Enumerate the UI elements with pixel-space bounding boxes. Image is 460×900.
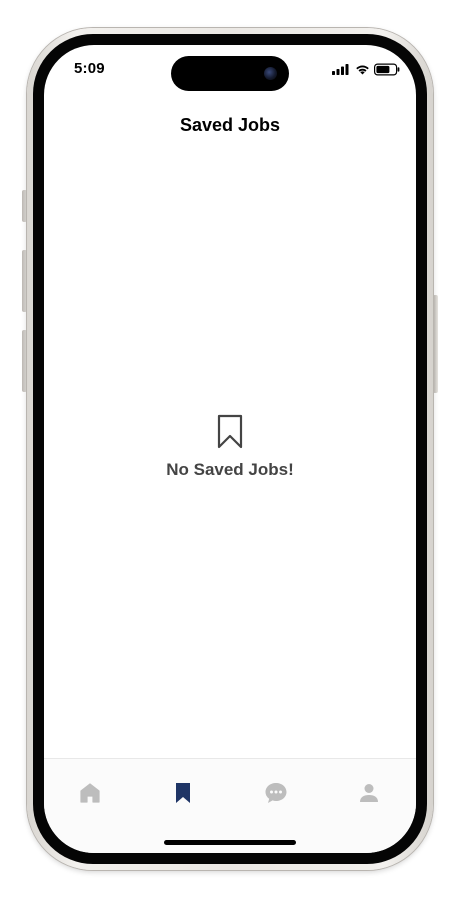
camera-icon [264,67,277,80]
status-icons [332,63,400,76]
tab-profile[interactable] [355,779,383,807]
cellular-signal-icon [332,64,349,75]
wifi-icon [356,65,369,75]
home-indicator[interactable] [164,840,296,845]
empty-state: No Saved Jobs! [44,413,416,480]
battery-icon [374,63,400,76]
bookmark-icon [176,783,190,803]
tab-saved-jobs[interactable] [169,779,197,807]
device-stage: 5:09 Saved Jobs No Saved Jobs! [0,0,460,900]
dynamic-island [171,56,289,91]
empty-state-message: No Saved Jobs! [166,460,294,479]
status-time: 5:09 [74,60,105,77]
tab-bar [44,758,416,853]
power-button [433,295,438,393]
tab-messages[interactable] [262,779,290,807]
bookmark-outline-icon [217,414,243,449]
page-title: Saved Jobs [179,115,281,135]
tab-home[interactable] [76,779,104,807]
chat-bubble-icon [265,783,287,803]
home-icon [80,783,100,803]
person-icon [360,784,378,802]
phone-screen: 5:09 Saved Jobs No Saved Jobs! [44,45,416,853]
